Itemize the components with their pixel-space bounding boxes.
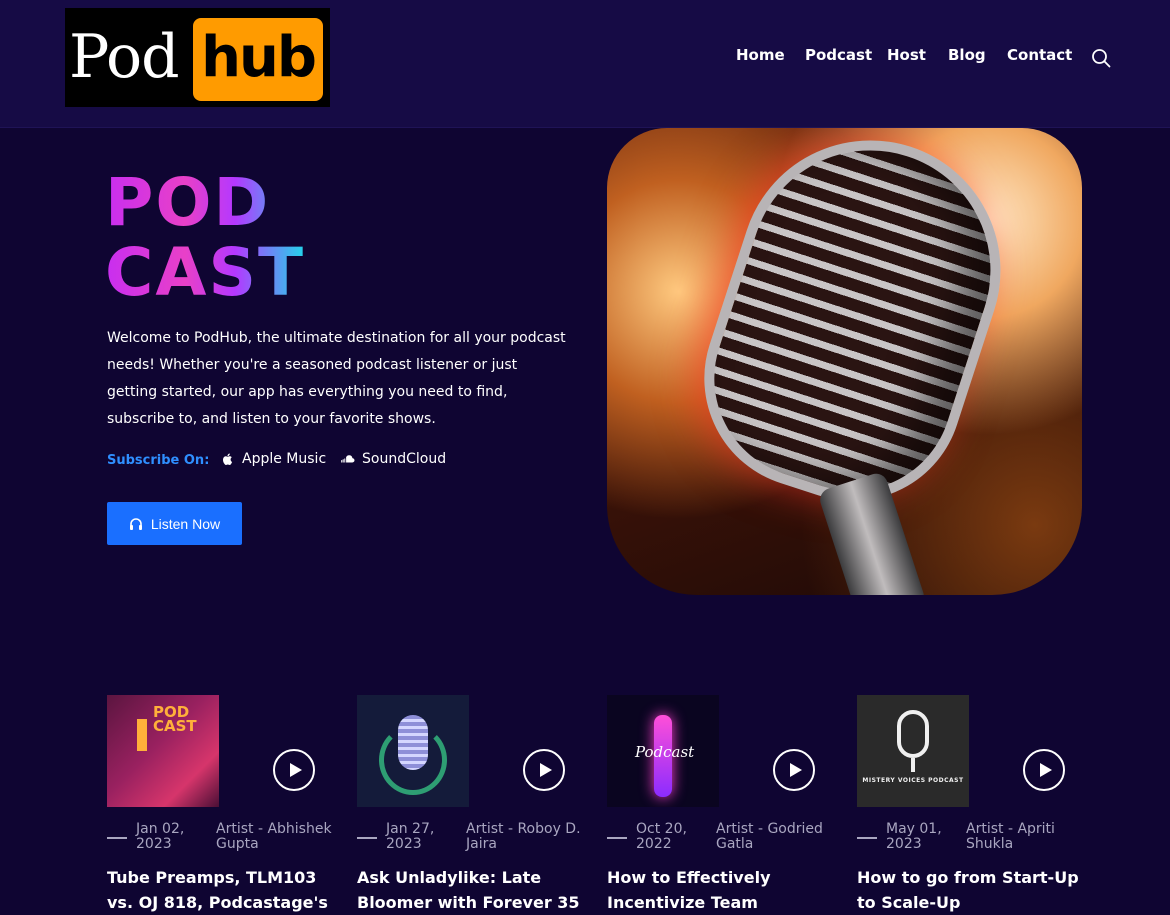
episode-artist: Artist - Godried Gatla <box>716 821 823 852</box>
hero-description: Welcome to PodHub, the ultimate destinat… <box>107 330 566 427</box>
microphone-stem <box>817 470 927 595</box>
listen-now-button[interactable]: Listen Now <box>107 502 242 545</box>
play-button[interactable] <box>523 749 565 791</box>
thumbnail-text: Podcast <box>635 743 695 761</box>
episode-thumbnail[interactable]: Podcast <box>607 695 719 807</box>
episode-title[interactable]: How to Effectively Incentivize Team Memb… <box>607 865 837 915</box>
apple-icon <box>223 453 233 465</box>
soundcloud-label: SoundCloud <box>362 451 447 467</box>
nav-host[interactable]: Host <box>887 46 926 64</box>
listen-now-label: Listen Now <box>150 515 221 532</box>
search-icon[interactable] <box>1091 48 1111 68</box>
thumbnail-text: POD CAST <box>153 703 197 735</box>
thumbnail-mic-stand <box>911 758 915 772</box>
hero-title-line2: CAST <box>105 234 306 311</box>
hero-title-line1: POD <box>105 168 305 238</box>
thumbnail-text: MISTERY VOICES PODCAST <box>862 777 964 784</box>
meta-divider <box>107 837 127 839</box>
meta-divider <box>607 837 627 839</box>
episode-date: May 01, 2023 <box>886 821 942 852</box>
episode-thumbnail[interactable]: POD CAST <box>107 695 219 807</box>
meta-divider <box>357 837 377 839</box>
podhub-logo[interactable]: Pod hub <box>65 8 330 107</box>
logo-word-hub: hub <box>201 25 317 90</box>
thumbnail-mic <box>897 710 929 758</box>
episode-date: Jan 27, 2023 <box>386 821 435 852</box>
play-button[interactable] <box>773 749 815 791</box>
apple-music-link[interactable]: Apple Music <box>221 451 326 467</box>
thumbnail-graphic <box>137 719 147 751</box>
apple-music-label: Apple Music <box>242 451 327 467</box>
soundcloud-icon <box>341 455 355 463</box>
episode-title[interactable]: How to go from Start-Up to Scale-Up <box>857 865 1087 915</box>
nav-podcast[interactable]: Podcast <box>805 46 872 64</box>
nav-blog[interactable]: Blog <box>948 46 986 64</box>
episode-thumbnail[interactable] <box>357 695 469 807</box>
episode-title[interactable]: Tube Preamps, TLM103 vs. OJ 818, Podcast… <box>107 865 337 915</box>
hero-microphone-image <box>607 128 1082 595</box>
meta-divider <box>857 837 877 839</box>
play-button[interactable] <box>1023 749 1065 791</box>
episode-artist: Artist - Abhishek Gupta <box>216 821 332 852</box>
logo-hub-box: hub <box>193 18 323 101</box>
hero-title: POD CAST <box>105 168 305 308</box>
site-header: Pod hub Home Podcast Host Blog Contact <box>0 0 1170 128</box>
episode-title[interactable]: Ask Unladylike: Late Bloomer with Foreve… <box>357 865 587 915</box>
episode-artist: Artist - Apriti Shukla <box>966 821 1055 852</box>
thumbnail-mic <box>398 715 428 770</box>
play-button[interactable] <box>273 749 315 791</box>
episode-artist: Artist - Roboy D. Jaira <box>466 821 581 852</box>
headphones-icon <box>129 517 142 530</box>
nav-contact[interactable]: Contact <box>1007 46 1072 64</box>
soundcloud-link[interactable]: SoundCloud <box>341 451 446 467</box>
episode-date: Oct 20, 2022 <box>636 821 687 852</box>
nav-home[interactable]: Home <box>736 46 785 64</box>
episode-date: Jan 02, 2023 <box>136 821 185 852</box>
logo-word-pod: Pod <box>69 22 179 92</box>
episode-thumbnail[interactable]: MISTERY VOICES PODCAST <box>857 695 969 807</box>
microphone-head <box>675 128 1035 530</box>
subscribe-label: Subscribe On: <box>107 453 210 468</box>
